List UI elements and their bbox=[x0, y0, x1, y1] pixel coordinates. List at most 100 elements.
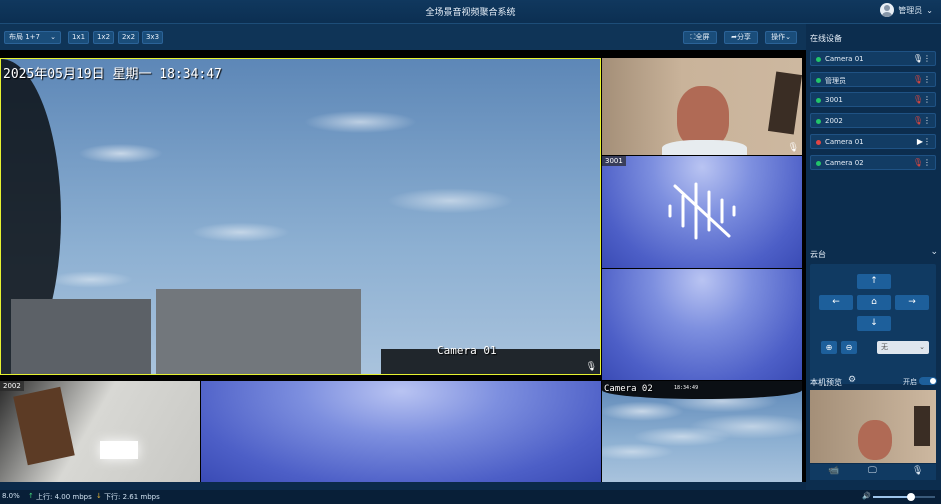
mic-icon[interactable]: 🎙 bbox=[912, 466, 923, 476]
preview-controls: 📹 🖵 🎙 bbox=[810, 464, 936, 480]
layout-select-value: 布局 1+7 bbox=[9, 33, 40, 41]
grid-1x1-button[interactable]: 1x1 bbox=[68, 31, 89, 44]
camera-icon[interactable]: 📹 bbox=[828, 466, 839, 476]
user-name: 管理员 bbox=[898, 5, 923, 15]
preset-select[interactable]: 无 ⌄ bbox=[877, 341, 929, 354]
device-name: Camera 02 bbox=[825, 158, 864, 167]
collapse-chevron-icon[interactable]: ⌄ bbox=[930, 247, 938, 257]
video-tile-2002[interactable]: 2002 bbox=[0, 381, 200, 482]
video-tile-main[interactable]: 2025年05月19日 星期一 18:34:47 Camera 01 🎙 bbox=[0, 58, 601, 375]
person-face bbox=[858, 420, 892, 460]
mic-muted-icon[interactable]: 🎙 bbox=[913, 75, 923, 84]
status-dot bbox=[816, 98, 821, 104]
app-title: 全场景音视频聚合系统 bbox=[425, 8, 516, 18]
device-row[interactable]: 3001 🎙 ⋮ bbox=[810, 92, 936, 108]
video-tile-camera-02[interactable]: Camera 02 18:34:49 bbox=[602, 381, 802, 482]
building-shape bbox=[156, 289, 361, 374]
more-options-icon[interactable]: ⋮ bbox=[923, 75, 931, 84]
arrow-down-icon: ↓ bbox=[870, 318, 878, 328]
mic-muted-icon[interactable]: 🎙 bbox=[913, 158, 923, 167]
video-toolbar: 布局 1+7 ⌄ 1x1 1x2 2x2 3x3 ⛶全屏 ➦分享 操作⌄ bbox=[0, 24, 806, 50]
actions-button[interactable]: 操作⌄ bbox=[765, 31, 797, 44]
upload-arrow-icon: ↑ bbox=[28, 492, 34, 500]
fullscreen-button[interactable]: ⛶全屏 bbox=[683, 31, 717, 44]
more-options-icon[interactable]: ⋮ bbox=[923, 137, 931, 146]
more-options-icon[interactable]: ⋮ bbox=[923, 158, 931, 167]
arrow-right-icon: → bbox=[908, 297, 916, 307]
more-options-icon[interactable]: ⋮ bbox=[923, 95, 931, 104]
ptz-title: 云台 bbox=[810, 250, 826, 259]
title-bar: 全场景音视频聚合系统 管理员 ⌄ bbox=[0, 0, 941, 24]
mic-muted-icon[interactable]: 🎙 bbox=[913, 116, 923, 125]
volume-icon[interactable]: 🔊 bbox=[862, 492, 871, 500]
device-row[interactable]: 管理员 🎙 ⋮ bbox=[810, 71, 936, 87]
ptz-right-button[interactable]: → bbox=[895, 295, 929, 310]
device-row[interactable]: Camera 01 🎙 ⋮ bbox=[810, 51, 936, 66]
device-name: 2002 bbox=[825, 117, 843, 126]
status-dot bbox=[816, 139, 821, 145]
zoom-in-icon: ⊕ bbox=[825, 343, 833, 352]
device-row[interactable]: Camera 01 ▶ ⋮ bbox=[810, 133, 936, 149]
mic-muted-icon: 🎙 bbox=[787, 143, 799, 153]
video-grid: 2025年05月19日 星期一 18:34:47 Camera 01 🎙 🎙 3… bbox=[0, 50, 806, 482]
preview-title: 本机预览 bbox=[810, 378, 842, 387]
video-tile-admin[interactable]: 🎙 bbox=[602, 58, 802, 155]
volume-slider[interactable] bbox=[873, 493, 935, 501]
status-dot bbox=[816, 77, 821, 83]
upload-rate: 上行: 4.00 mbps bbox=[36, 493, 92, 501]
volume-knob[interactable] bbox=[907, 493, 916, 501]
volume-fill bbox=[873, 496, 912, 498]
mic-icon[interactable]: 🎙 bbox=[913, 54, 923, 63]
ptz-home-button[interactable]: ⌂ bbox=[857, 295, 891, 310]
layout-select[interactable]: 布局 1+7 ⌄ bbox=[4, 31, 61, 44]
status-dot bbox=[816, 57, 821, 62]
ptz-down-button[interactable]: ↓ bbox=[857, 316, 891, 331]
status-dot bbox=[816, 119, 821, 125]
screen-share-icon[interactable]: 🖵 bbox=[868, 466, 877, 476]
building-shape-left bbox=[11, 299, 151, 374]
arrow-up-icon: ↑ bbox=[870, 276, 878, 286]
zoom-in-button[interactable]: ⊕ bbox=[821, 341, 837, 354]
ptz-left-button[interactable]: ← bbox=[819, 295, 853, 310]
local-preview-video bbox=[810, 390, 936, 463]
grid-2x2-button[interactable]: 2x2 bbox=[118, 31, 139, 44]
more-options-icon[interactable]: ⋮ bbox=[923, 54, 931, 63]
user-avatar-icon bbox=[880, 3, 895, 17]
ptz-up-button[interactable]: ↑ bbox=[857, 274, 891, 289]
video-tile-wide[interactable] bbox=[201, 381, 601, 482]
chevron-down-icon: ⌄ bbox=[50, 33, 56, 41]
person-face bbox=[677, 86, 729, 148]
more-options-icon[interactable]: ⋮ bbox=[923, 116, 931, 125]
preset-select-value: 无 bbox=[881, 343, 888, 351]
device-row[interactable]: 2002 🎙 ⋮ bbox=[810, 113, 936, 129]
chevron-down-icon: ⌄ bbox=[926, 5, 933, 15]
preview-toggle[interactable] bbox=[919, 377, 937, 385]
zoom-out-icon: ⊖ bbox=[845, 343, 853, 352]
tile-label: 2002 bbox=[0, 381, 24, 391]
preview-toggle-label: 开启 bbox=[903, 378, 917, 386]
gear-icon[interactable]: ⚙ bbox=[848, 375, 856, 385]
ceiling-light bbox=[100, 441, 138, 459]
device-name: Camera 01 bbox=[825, 55, 864, 63]
wall-picture bbox=[914, 406, 930, 446]
arrow-left-icon: ← bbox=[832, 297, 840, 307]
osd-small-time: 18:34:49 bbox=[674, 385, 699, 391]
osd-timestamp: 2025年05月19日 星期一 18:34:47 bbox=[3, 67, 222, 82]
mic-muted-icon[interactable]: 🎙 bbox=[913, 95, 923, 104]
user-menu[interactable]: 管理员 ⌄ bbox=[880, 3, 933, 17]
share-label: 分享 bbox=[736, 33, 751, 41]
osd-camera-name: Camera 01 bbox=[437, 344, 497, 357]
video-tile-3001[interactable]: 3001 bbox=[602, 156, 802, 268]
share-button[interactable]: ➦分享 bbox=[724, 31, 758, 44]
device-row[interactable]: Camera 02 🎙 ⋮ bbox=[810, 154, 936, 170]
video-tile-blank[interactable] bbox=[602, 269, 802, 380]
grid-3x3-button[interactable]: 3x3 bbox=[142, 31, 163, 44]
chevron-down-icon: ⌄ bbox=[919, 343, 925, 351]
tile-label: 3001 bbox=[602, 156, 626, 166]
grid-1x2-button[interactable]: 1x2 bbox=[93, 31, 114, 44]
download-rate: 下行: 2.61 mbps bbox=[104, 493, 160, 501]
zoom-out-button[interactable]: ⊖ bbox=[841, 341, 857, 354]
online-devices-title: 在线设备 bbox=[810, 34, 842, 43]
audio-muted-icon bbox=[668, 182, 736, 240]
osd-camera-name: Camera 02 bbox=[604, 384, 653, 394]
